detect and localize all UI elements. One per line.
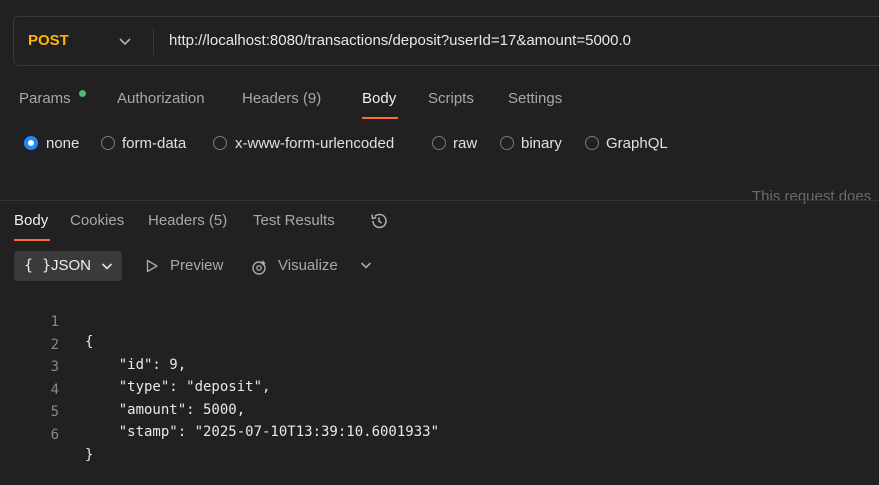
- code-line: 5 "stamp": "2025-07-10T13:39:10.6001933": [0, 382, 439, 440]
- preview-button[interactable]: Preview: [144, 251, 230, 281]
- code-text: "stamp": "2025-07-10T13:39:10.6001933": [85, 424, 440, 440]
- tab-body[interactable]: Body: [362, 90, 396, 108]
- pane-divider[interactable]: [0, 200, 879, 201]
- tab-authorization[interactable]: Authorization: [117, 90, 205, 108]
- active-tab-indicator: [362, 117, 398, 119]
- radio-label-raw: raw: [453, 135, 478, 152]
- code-text: "type": "deposit",: [85, 379, 271, 395]
- no-body-hint: This request does: [752, 188, 872, 205]
- radio-raw[interactable]: [432, 136, 446, 150]
- radio-label-form-data: form-data: [122, 135, 187, 152]
- line-number: 1: [50, 314, 59, 330]
- code-line: 1 {: [0, 292, 94, 350]
- code-text: "id": 9,: [85, 357, 187, 373]
- chevron-down-icon[interactable]: [359, 258, 373, 272]
- code-line: 6 }: [0, 405, 94, 463]
- braces-icon: { }: [24, 256, 52, 274]
- code-line: 3 "type": "deposit",: [0, 337, 271, 395]
- tab-params[interactable]: Params: [19, 90, 71, 108]
- history-icon[interactable]: [369, 211, 389, 231]
- response-tab-test-results[interactable]: Test Results: [253, 212, 335, 230]
- response-tab-body[interactable]: Body: [14, 212, 48, 230]
- play-icon: [146, 259, 158, 273]
- radio-label-graphql: GraphQL: [606, 135, 668, 152]
- visualize-icon: [252, 260, 266, 275]
- response-active-tab-indicator: [14, 239, 50, 241]
- url-divider: [153, 28, 154, 55]
- line-number: 3: [50, 359, 59, 375]
- radio-label-binary: binary: [521, 135, 562, 152]
- line-number: 5: [50, 404, 59, 420]
- format-label: JSON: [51, 257, 92, 274]
- radio-graphql[interactable]: [585, 136, 599, 150]
- line-number: 2: [50, 337, 59, 353]
- response-tab-headers[interactable]: Headers (5): [148, 212, 227, 230]
- chevron-down-icon: [101, 263, 113, 270]
- tab-headers[interactable]: Headers (9): [242, 90, 321, 108]
- params-indicator-dot: [79, 90, 86, 97]
- response-headers-count: (5): [208, 212, 228, 229]
- preview-label: Preview: [170, 257, 224, 274]
- request-url-bar: POST http://localhost:8080/transactions/…: [13, 16, 879, 66]
- tab-settings[interactable]: Settings: [508, 90, 562, 108]
- tab-scripts[interactable]: Scripts: [428, 90, 474, 108]
- visualize-label: Visualize: [278, 257, 338, 274]
- visualize-button[interactable]: Visualize: [250, 251, 346, 281]
- chevron-down-icon[interactable]: [117, 33, 133, 49]
- radio-form-data[interactable]: [101, 136, 115, 150]
- method-select[interactable]: POST: [28, 17, 69, 65]
- radio-binary[interactable]: [500, 136, 514, 150]
- radio-none[interactable]: [24, 136, 38, 150]
- code-line: 2 "id": 9,: [0, 315, 187, 373]
- line-number: 4: [50, 382, 59, 398]
- code-line: 4 "amount": 5000,: [0, 360, 246, 418]
- headers-count: (9): [302, 90, 322, 107]
- radio-label-none: none: [46, 135, 80, 152]
- code-text: {: [85, 334, 94, 350]
- response-tab-cookies[interactable]: Cookies: [70, 212, 124, 230]
- line-number: 6: [50, 427, 59, 443]
- radio-urlencoded[interactable]: [213, 136, 227, 150]
- format-select-button[interactable]: { } JSON: [14, 251, 122, 281]
- url-input[interactable]: http://localhost:8080/transactions/depos…: [169, 17, 631, 65]
- radio-label-urlencoded: x-www-form-urlencoded: [235, 135, 395, 152]
- code-text: "amount": 5000,: [85, 402, 246, 418]
- code-text: }: [85, 447, 94, 463]
